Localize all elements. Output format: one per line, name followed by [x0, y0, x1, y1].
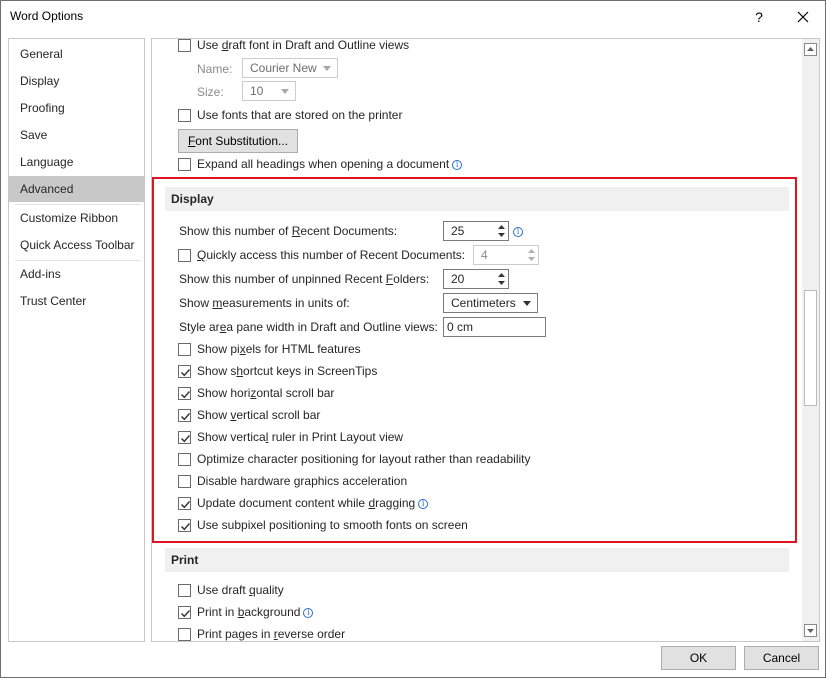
scroll-down-button[interactable] — [804, 624, 817, 637]
option-checkbox[interactable] — [178, 628, 191, 641]
info-icon[interactable]: i — [452, 160, 463, 170]
sidebar-item-language[interactable]: Language — [9, 149, 144, 175]
sidebar-item-display[interactable]: Display — [9, 68, 144, 94]
scroll-thumb[interactable] — [804, 290, 817, 406]
help-button[interactable]: ? — [744, 3, 774, 31]
ok-button[interactable]: OK — [661, 646, 736, 670]
category-sidebar: General Display Proofing Save Language A… — [8, 38, 145, 642]
option-label: Print in background i — [197, 602, 314, 622]
printer-fonts-label: Use fonts that are stored on the printer — [197, 108, 403, 122]
close-button[interactable] — [786, 3, 820, 31]
option-checkbox[interactable] — [178, 606, 191, 619]
checkmark-icon — [181, 610, 191, 618]
dialog-title: Word Options — [10, 9, 84, 23]
title-bar: Word Options ? — [1, 1, 825, 33]
expand-headings-checkbox[interactable] — [178, 158, 191, 171]
chevron-down-icon — [281, 89, 289, 94]
sidebar-item-save[interactable]: Save — [9, 122, 144, 148]
option-checkbox[interactable] — [178, 584, 191, 597]
sidebar-item-general[interactable]: General — [9, 41, 144, 67]
cancel-button[interactable]: Cancel — [744, 646, 819, 670]
font-size-dropdown[interactable]: 10 — [242, 81, 296, 101]
sidebar-item-proofing[interactable]: Proofing — [9, 95, 144, 121]
draft-font-label: Use draft font in Draft and Outline view… — [197, 38, 410, 52]
info-icon[interactable]: i — [303, 608, 314, 618]
draft-font-checkbox[interactable] — [178, 39, 191, 52]
sidebar-item-quick-access-toolbar[interactable]: Quick Access Toolbar — [9, 232, 144, 258]
sidebar-item-advanced[interactable]: Advanced — [9, 176, 144, 202]
chevron-down-icon — [807, 629, 814, 633]
font-substitution-button[interactable]: Font Substitution... — [178, 129, 298, 153]
sidebar-item-trust-center[interactable]: Trust Center — [9, 288, 144, 314]
chevron-up-icon — [807, 47, 814, 51]
font-size-label: Size: — [197, 85, 224, 99]
expand-headings-label: Expand all headings when opening a docum… — [197, 154, 463, 174]
print-section-header: Print — [165, 548, 789, 572]
content-vertical-scrollbar[interactable] — [802, 39, 819, 641]
sidebar-item-add-ins[interactable]: Add-ins — [9, 261, 144, 287]
chevron-down-icon — [323, 66, 331, 71]
close-icon — [797, 11, 809, 23]
font-name-label: Name: — [197, 62, 233, 76]
scroll-up-button[interactable] — [804, 43, 817, 56]
sidebar-item-customize-ribbon[interactable]: Customize Ribbon — [9, 205, 144, 231]
printer-fonts-checkbox[interactable] — [178, 109, 191, 122]
option-label: Use draft quality — [197, 583, 284, 597]
word-options-dialog: Word Options ? General Display Proofing … — [0, 0, 826, 678]
option-label: Print pages in reverse order — [197, 627, 346, 641]
font-name-dropdown[interactable]: Courier New — [242, 58, 338, 78]
display-section-highlight — [152, 177, 797, 543]
